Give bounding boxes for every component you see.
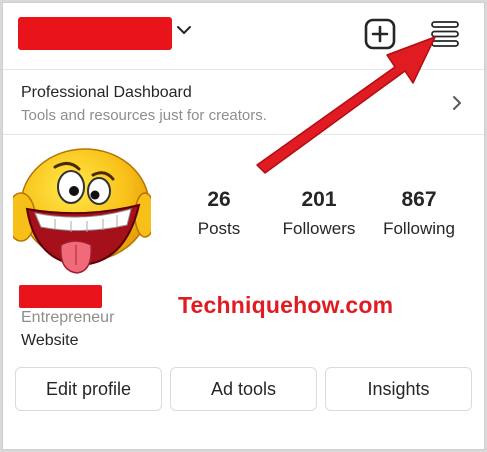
chevron-down-icon[interactable] <box>175 23 193 37</box>
posts-count: 26 <box>207 188 231 211</box>
professional-dashboard-row[interactable]: Professional Dashboard Tools and resourc… <box>3 70 484 134</box>
watermark-text: Techniquehow.com <box>178 292 394 318</box>
edit-profile-button[interactable]: Edit profile <box>15 367 162 411</box>
website-link[interactable]: Website <box>21 332 79 350</box>
following-stat[interactable]: 867 Following <box>369 187 469 241</box>
profile-category: Entrepreneur <box>21 309 115 326</box>
display-name-redacted <box>19 285 102 308</box>
username-redacted[interactable] <box>18 17 172 50</box>
divider <box>3 134 484 135</box>
dashboard-title: Professional Dashboard <box>21 84 192 101</box>
avatar[interactable] <box>13 147 151 275</box>
followers-label: Followers <box>282 219 356 238</box>
followers-stat[interactable]: 201 Followers <box>269 187 369 241</box>
following-label: Following <box>383 219 455 238</box>
posts-stat[interactable]: 26 Posts <box>169 187 269 241</box>
posts-label: Posts <box>197 219 241 238</box>
chevron-right-icon <box>453 96 461 110</box>
add-post-icon[interactable] <box>363 17 397 51</box>
followers-count: 201 <box>301 188 337 211</box>
dashboard-subtitle: Tools and resources just for creators. <box>21 107 267 124</box>
ad-tools-button[interactable]: Ad tools <box>170 367 317 411</box>
hamburger-menu-icon[interactable] <box>428 17 462 51</box>
top-bar <box>3 3 484 69</box>
following-count: 867 <box>401 188 437 211</box>
profile-screen: Professional Dashboard Tools and resourc… <box>2 2 485 450</box>
insights-button[interactable]: Insights <box>325 367 472 411</box>
